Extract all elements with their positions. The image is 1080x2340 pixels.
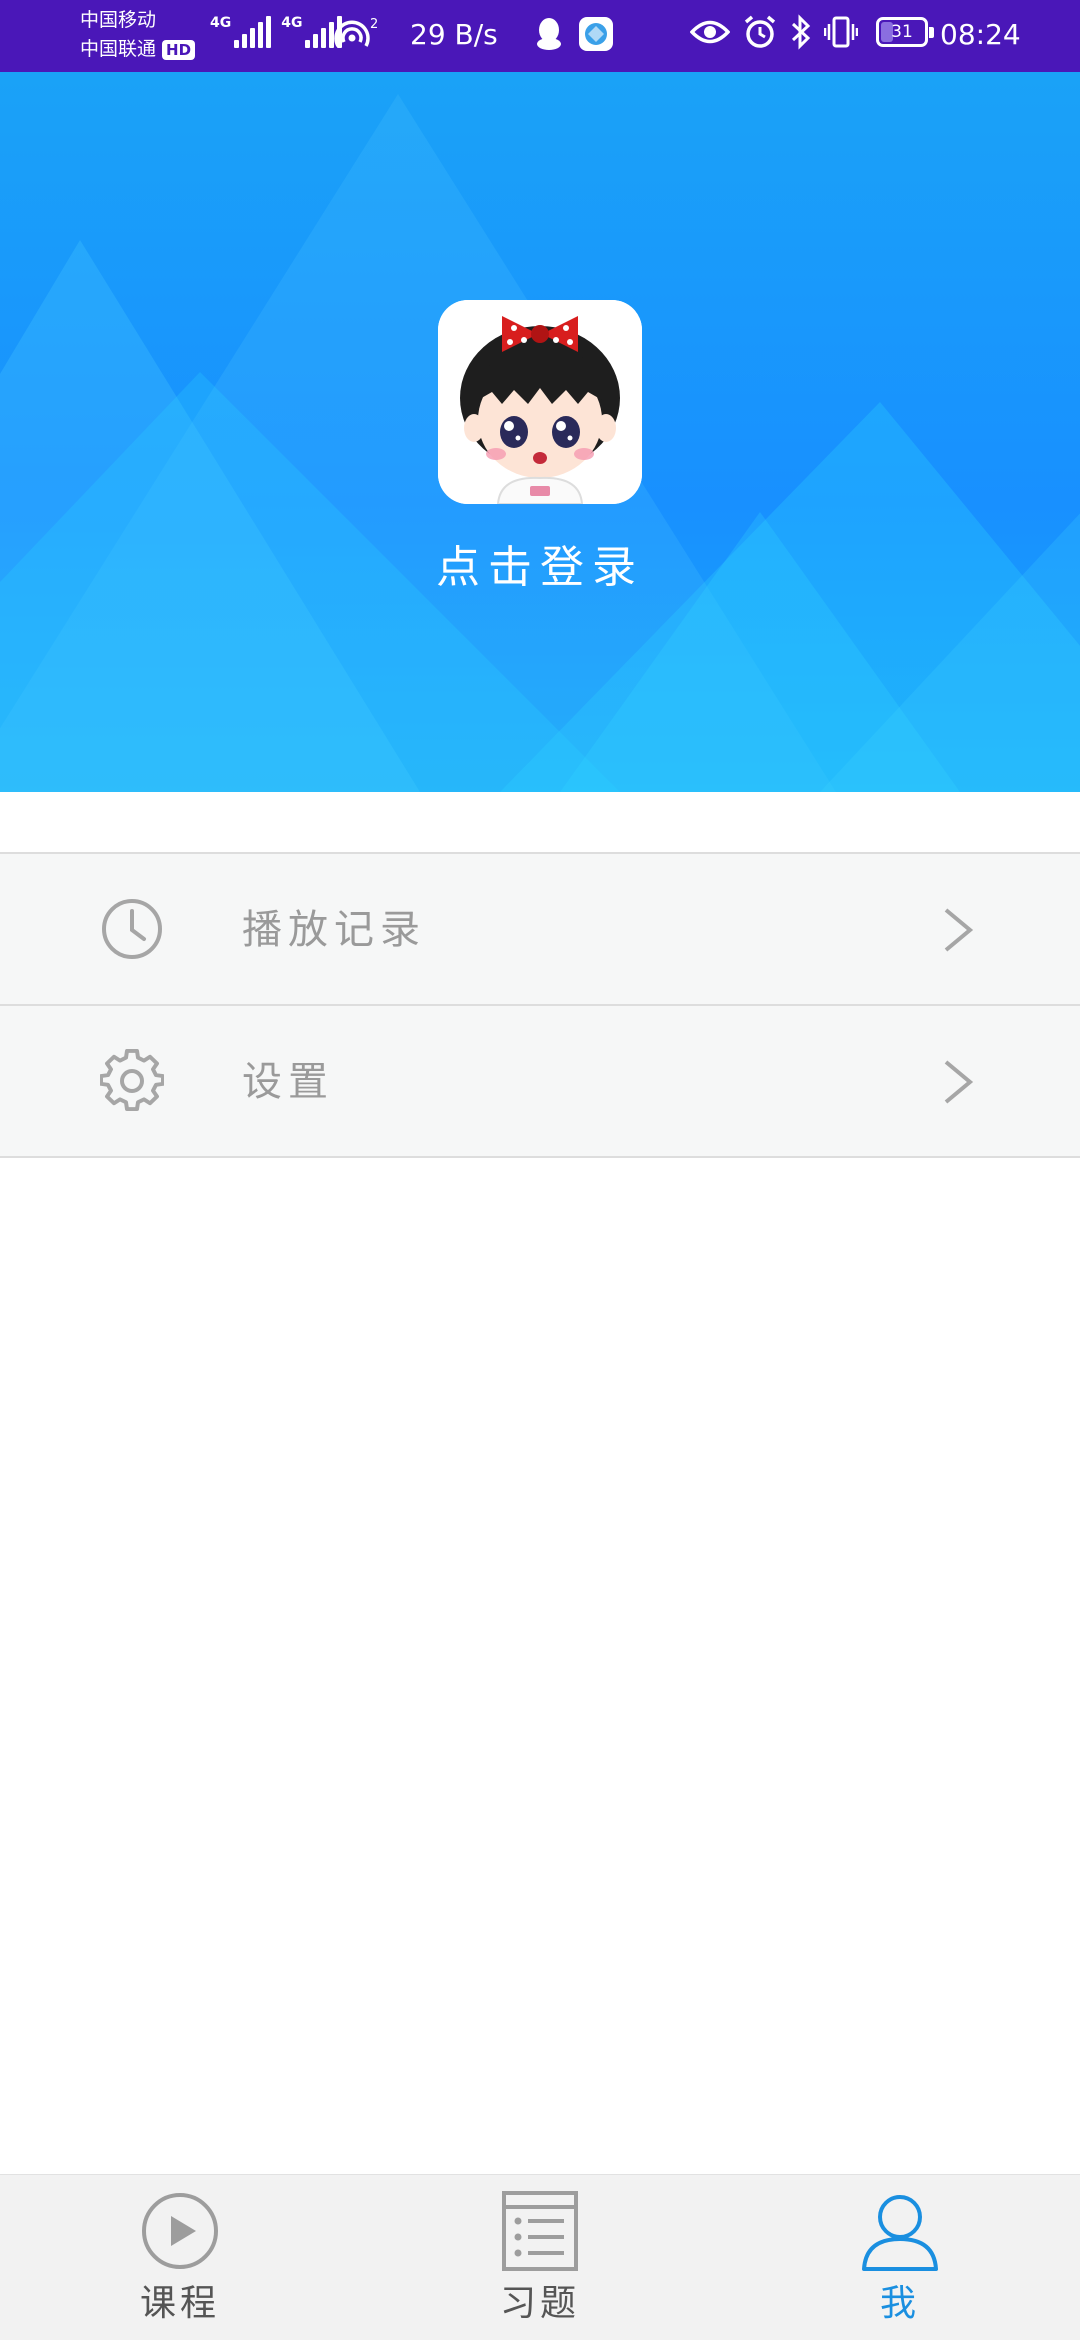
- profile-screen: 中国移动 中国联通 HD 4G 4G 2 29 B/s 31 08:24 点击登…: [0, 0, 1080, 2340]
- system-icons: 31: [690, 14, 934, 50]
- avatar[interactable]: [438, 300, 642, 504]
- play-circle-icon: [142, 2193, 218, 2269]
- tab-label: 课程: [139, 2283, 220, 2324]
- menu-item-settings[interactable]: 设置: [0, 1006, 1080, 1158]
- menu-item-label: 设置: [242, 1059, 334, 1105]
- tab-label: 习题: [499, 2283, 580, 2324]
- menu-list: 播放记录 设置: [0, 852, 1080, 1158]
- alarm-icon: [744, 15, 776, 48]
- gear-icon: [100, 1049, 164, 1112]
- cartoon-girl-avatar-icon: [438, 300, 642, 504]
- carrier-2: 中国联通: [80, 38, 157, 60]
- hd-badge: HD: [162, 39, 196, 60]
- network-speed: 29 B/s: [410, 18, 498, 51]
- signal-1: 4G: [210, 15, 272, 48]
- net-type-1: 4G: [210, 15, 232, 31]
- net-type-2: 4G: [281, 15, 303, 31]
- user-icon: [862, 2195, 938, 2271]
- chevron-right-icon: [944, 1060, 974, 1104]
- chevron-right-icon: [944, 908, 974, 952]
- menu-item-label: 播放记录: [242, 907, 426, 953]
- eye-icon: [690, 20, 730, 44]
- clock-icon: [102, 899, 162, 959]
- notification-icons: [534, 16, 614, 52]
- tab-courses[interactable]: 课程: [0, 2175, 360, 2340]
- login-button[interactable]: 点击登录: [0, 538, 1080, 598]
- signal-bars-icon: [234, 16, 272, 48]
- tab-exercises[interactable]: 习题: [360, 2175, 720, 2340]
- bottom-navigation: 课程 习题 我: [0, 2174, 1080, 2340]
- carrier-1: 中国移动: [80, 9, 157, 31]
- hotspot-count: 2: [370, 17, 378, 32]
- list-icon: [502, 2191, 578, 2271]
- profile-header: 点击登录: [0, 72, 1080, 792]
- tab-me[interactable]: 我: [720, 2175, 1080, 2340]
- qq-icon: [537, 18, 561, 50]
- signal-indicators: 4G 4G: [210, 15, 343, 48]
- vibrate-icon: [824, 16, 858, 48]
- clock: 08:24: [940, 18, 1021, 51]
- bluetooth-icon: [791, 14, 811, 50]
- battery-level: 31: [891, 22, 913, 42]
- battery-icon: 31: [876, 17, 934, 47]
- hotspot-icon: 2: [330, 16, 382, 56]
- app-notification-icon: [579, 17, 613, 51]
- tab-label: 我: [879, 2283, 920, 2324]
- carrier-info: 中国移动 中国联通 HD: [80, 6, 196, 64]
- status-bar: 中国移动 中国联通 HD 4G 4G 2 29 B/s 31 08:24: [0, 0, 1080, 72]
- menu-item-play-history[interactable]: 播放记录: [0, 854, 1080, 1006]
